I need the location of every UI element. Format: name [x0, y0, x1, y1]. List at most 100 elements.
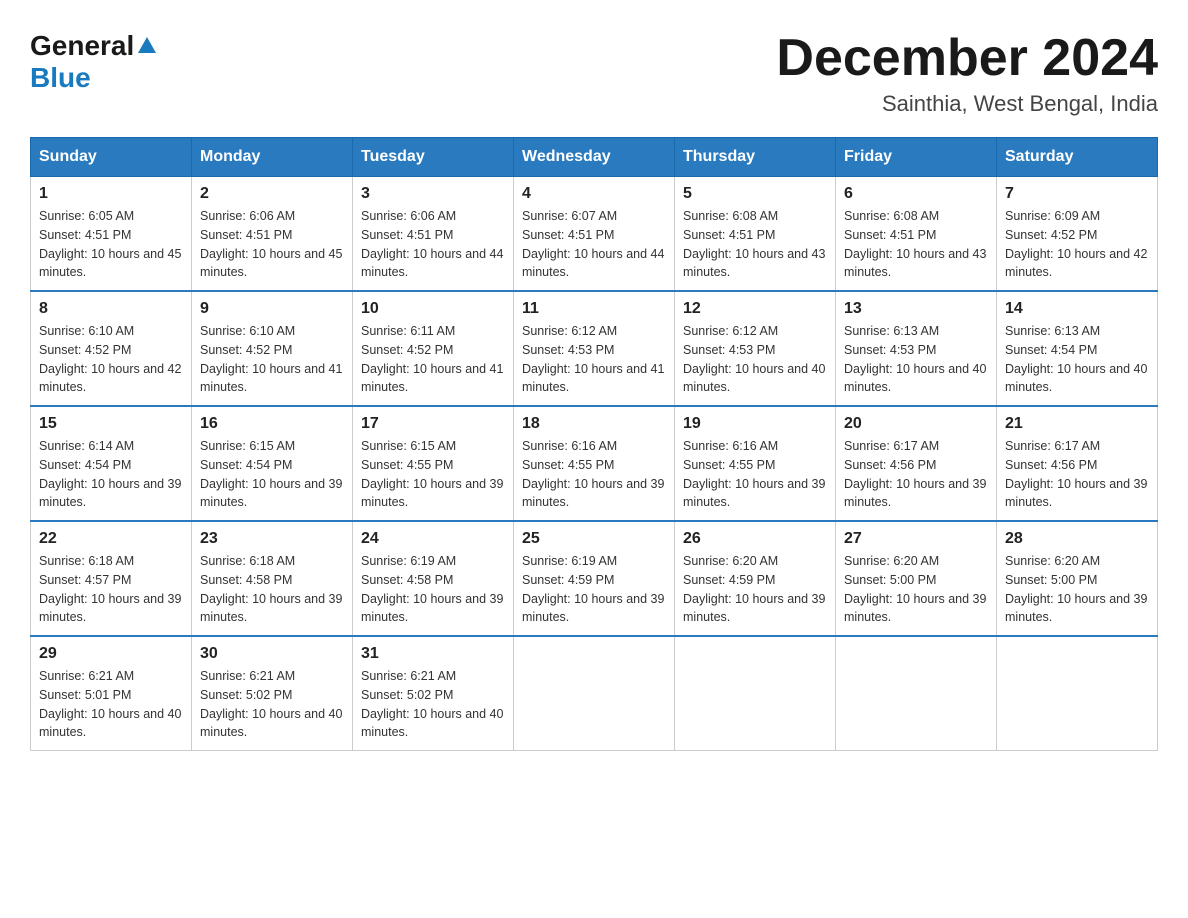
day-number: 16 [200, 415, 344, 433]
day-number: 10 [361, 300, 505, 318]
day-info: Sunrise: 6:20 AM Sunset: 4:59 PM Dayligh… [683, 552, 827, 627]
day-info: Sunrise: 6:15 AM Sunset: 4:55 PM Dayligh… [361, 437, 505, 512]
day-cell-20: 20 Sunrise: 6:17 AM Sunset: 4:56 PM Dayl… [836, 406, 997, 521]
day-cell-13: 13 Sunrise: 6:13 AM Sunset: 4:53 PM Dayl… [836, 291, 997, 406]
day-cell-2: 2 Sunrise: 6:06 AM Sunset: 4:51 PM Dayli… [192, 177, 353, 292]
day-number: 26 [683, 530, 827, 548]
day-info: Sunrise: 6:21 AM Sunset: 5:02 PM Dayligh… [200, 667, 344, 742]
day-info: Sunrise: 6:20 AM Sunset: 5:00 PM Dayligh… [844, 552, 988, 627]
day-number: 12 [683, 300, 827, 318]
day-info: Sunrise: 6:06 AM Sunset: 4:51 PM Dayligh… [361, 207, 505, 282]
day-cell-14: 14 Sunrise: 6:13 AM Sunset: 4:54 PM Dayl… [997, 291, 1158, 406]
day-cell-23: 23 Sunrise: 6:18 AM Sunset: 4:58 PM Dayl… [192, 521, 353, 636]
day-info: Sunrise: 6:21 AM Sunset: 5:02 PM Dayligh… [361, 667, 505, 742]
day-number: 9 [200, 300, 344, 318]
day-info: Sunrise: 6:19 AM Sunset: 4:58 PM Dayligh… [361, 552, 505, 627]
calendar-week-row: 1 Sunrise: 6:05 AM Sunset: 4:51 PM Dayli… [31, 177, 1158, 292]
logo-general-text: General [30, 30, 134, 62]
day-number: 7 [1005, 185, 1149, 203]
day-info: Sunrise: 6:20 AM Sunset: 5:00 PM Dayligh… [1005, 552, 1149, 627]
day-number: 20 [844, 415, 988, 433]
day-cell-24: 24 Sunrise: 6:19 AM Sunset: 4:58 PM Dayl… [353, 521, 514, 636]
day-cell-7: 7 Sunrise: 6:09 AM Sunset: 4:52 PM Dayli… [997, 177, 1158, 292]
day-number: 24 [361, 530, 505, 548]
day-cell-28: 28 Sunrise: 6:20 AM Sunset: 5:00 PM Dayl… [997, 521, 1158, 636]
month-title: December 2024 [776, 30, 1158, 87]
logo-blue-text: Blue [30, 62, 91, 94]
column-header-friday: Friday [836, 138, 997, 177]
day-cell-17: 17 Sunrise: 6:15 AM Sunset: 4:55 PM Dayl… [353, 406, 514, 521]
day-info: Sunrise: 6:10 AM Sunset: 4:52 PM Dayligh… [200, 322, 344, 397]
day-number: 6 [844, 185, 988, 203]
day-cell-29: 29 Sunrise: 6:21 AM Sunset: 5:01 PM Dayl… [31, 636, 192, 751]
day-info: Sunrise: 6:06 AM Sunset: 4:51 PM Dayligh… [200, 207, 344, 282]
day-cell-10: 10 Sunrise: 6:11 AM Sunset: 4:52 PM Dayl… [353, 291, 514, 406]
day-cell-1: 1 Sunrise: 6:05 AM Sunset: 4:51 PM Dayli… [31, 177, 192, 292]
empty-cell [836, 636, 997, 751]
day-info: Sunrise: 6:09 AM Sunset: 4:52 PM Dayligh… [1005, 207, 1149, 282]
day-number: 21 [1005, 415, 1149, 433]
column-header-saturday: Saturday [997, 138, 1158, 177]
day-cell-22: 22 Sunrise: 6:18 AM Sunset: 4:57 PM Dayl… [31, 521, 192, 636]
empty-cell [997, 636, 1158, 751]
calendar-week-row: 8 Sunrise: 6:10 AM Sunset: 4:52 PM Dayli… [31, 291, 1158, 406]
calendar-table: SundayMondayTuesdayWednesdayThursdayFrid… [30, 137, 1158, 751]
day-number: 17 [361, 415, 505, 433]
day-number: 27 [844, 530, 988, 548]
day-cell-31: 31 Sunrise: 6:21 AM Sunset: 5:02 PM Dayl… [353, 636, 514, 751]
day-cell-25: 25 Sunrise: 6:19 AM Sunset: 4:59 PM Dayl… [514, 521, 675, 636]
day-cell-8: 8 Sunrise: 6:10 AM Sunset: 4:52 PM Dayli… [31, 291, 192, 406]
day-number: 25 [522, 530, 666, 548]
day-cell-15: 15 Sunrise: 6:14 AM Sunset: 4:54 PM Dayl… [31, 406, 192, 521]
day-cell-18: 18 Sunrise: 6:16 AM Sunset: 4:55 PM Dayl… [514, 406, 675, 521]
day-number: 22 [39, 530, 183, 548]
day-number: 8 [39, 300, 183, 318]
empty-cell [675, 636, 836, 751]
day-cell-4: 4 Sunrise: 6:07 AM Sunset: 4:51 PM Dayli… [514, 177, 675, 292]
day-cell-3: 3 Sunrise: 6:06 AM Sunset: 4:51 PM Dayli… [353, 177, 514, 292]
day-info: Sunrise: 6:08 AM Sunset: 4:51 PM Dayligh… [683, 207, 827, 282]
day-info: Sunrise: 6:16 AM Sunset: 4:55 PM Dayligh… [522, 437, 666, 512]
calendar-header-row: SundayMondayTuesdayWednesdayThursdayFrid… [31, 138, 1158, 177]
day-number: 23 [200, 530, 344, 548]
day-number: 11 [522, 300, 666, 318]
day-number: 29 [39, 645, 183, 663]
day-number: 14 [1005, 300, 1149, 318]
day-info: Sunrise: 6:11 AM Sunset: 4:52 PM Dayligh… [361, 322, 505, 397]
day-cell-26: 26 Sunrise: 6:20 AM Sunset: 4:59 PM Dayl… [675, 521, 836, 636]
column-header-tuesday: Tuesday [353, 138, 514, 177]
calendar-week-row: 15 Sunrise: 6:14 AM Sunset: 4:54 PM Dayl… [31, 406, 1158, 521]
day-number: 3 [361, 185, 505, 203]
day-number: 4 [522, 185, 666, 203]
title-block: December 2024 Sainthia, West Bengal, Ind… [776, 30, 1158, 117]
empty-cell [514, 636, 675, 751]
day-number: 18 [522, 415, 666, 433]
day-info: Sunrise: 6:13 AM Sunset: 4:54 PM Dayligh… [1005, 322, 1149, 397]
day-info: Sunrise: 6:05 AM Sunset: 4:51 PM Dayligh… [39, 207, 183, 282]
day-number: 28 [1005, 530, 1149, 548]
day-info: Sunrise: 6:08 AM Sunset: 4:51 PM Dayligh… [844, 207, 988, 282]
day-number: 31 [361, 645, 505, 663]
day-number: 19 [683, 415, 827, 433]
day-info: Sunrise: 6:18 AM Sunset: 4:58 PM Dayligh… [200, 552, 344, 627]
column-header-thursday: Thursday [675, 138, 836, 177]
day-info: Sunrise: 6:16 AM Sunset: 4:55 PM Dayligh… [683, 437, 827, 512]
column-header-wednesday: Wednesday [514, 138, 675, 177]
day-info: Sunrise: 6:17 AM Sunset: 4:56 PM Dayligh… [1005, 437, 1149, 512]
day-cell-5: 5 Sunrise: 6:08 AM Sunset: 4:51 PM Dayli… [675, 177, 836, 292]
calendar-week-row: 22 Sunrise: 6:18 AM Sunset: 4:57 PM Dayl… [31, 521, 1158, 636]
day-info: Sunrise: 6:10 AM Sunset: 4:52 PM Dayligh… [39, 322, 183, 397]
day-cell-9: 9 Sunrise: 6:10 AM Sunset: 4:52 PM Dayli… [192, 291, 353, 406]
day-cell-11: 11 Sunrise: 6:12 AM Sunset: 4:53 PM Dayl… [514, 291, 675, 406]
calendar-week-row: 29 Sunrise: 6:21 AM Sunset: 5:01 PM Dayl… [31, 636, 1158, 751]
day-number: 30 [200, 645, 344, 663]
day-cell-21: 21 Sunrise: 6:17 AM Sunset: 4:56 PM Dayl… [997, 406, 1158, 521]
day-info: Sunrise: 6:18 AM Sunset: 4:57 PM Dayligh… [39, 552, 183, 627]
day-info: Sunrise: 6:14 AM Sunset: 4:54 PM Dayligh… [39, 437, 183, 512]
day-cell-12: 12 Sunrise: 6:12 AM Sunset: 4:53 PM Dayl… [675, 291, 836, 406]
day-info: Sunrise: 6:13 AM Sunset: 4:53 PM Dayligh… [844, 322, 988, 397]
day-info: Sunrise: 6:12 AM Sunset: 4:53 PM Dayligh… [683, 322, 827, 397]
day-info: Sunrise: 6:15 AM Sunset: 4:54 PM Dayligh… [200, 437, 344, 512]
logo: General Blue [30, 30, 158, 94]
day-number: 1 [39, 185, 183, 203]
